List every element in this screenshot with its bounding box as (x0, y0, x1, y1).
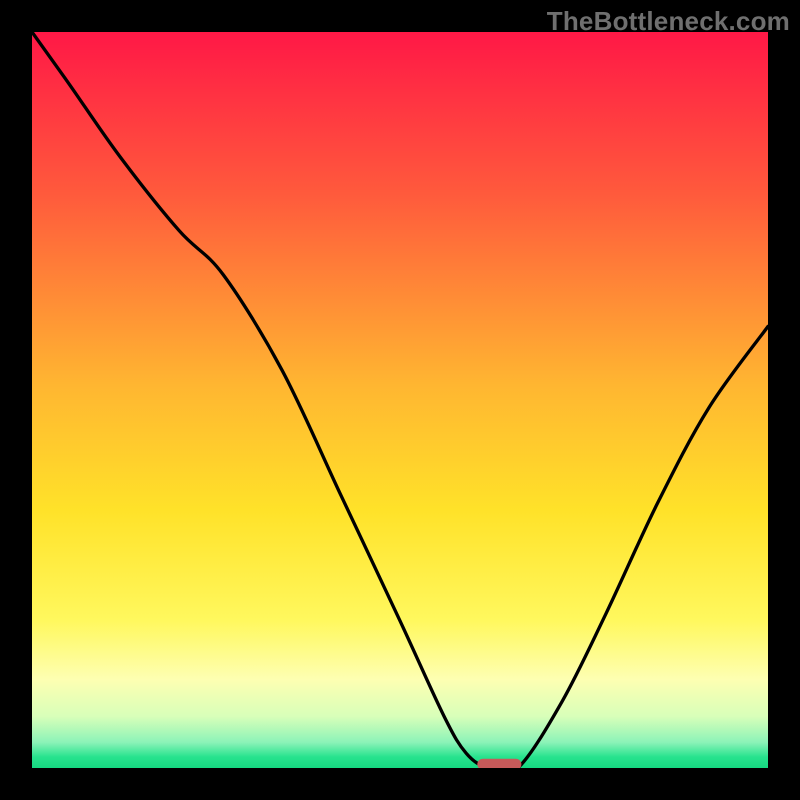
plot-area (32, 32, 768, 768)
chart-svg (32, 32, 768, 768)
chart-frame: TheBottleneck.com (0, 0, 800, 800)
optimal-marker (477, 759, 521, 768)
watermark-text: TheBottleneck.com (547, 6, 790, 37)
gradient-background (32, 32, 768, 768)
